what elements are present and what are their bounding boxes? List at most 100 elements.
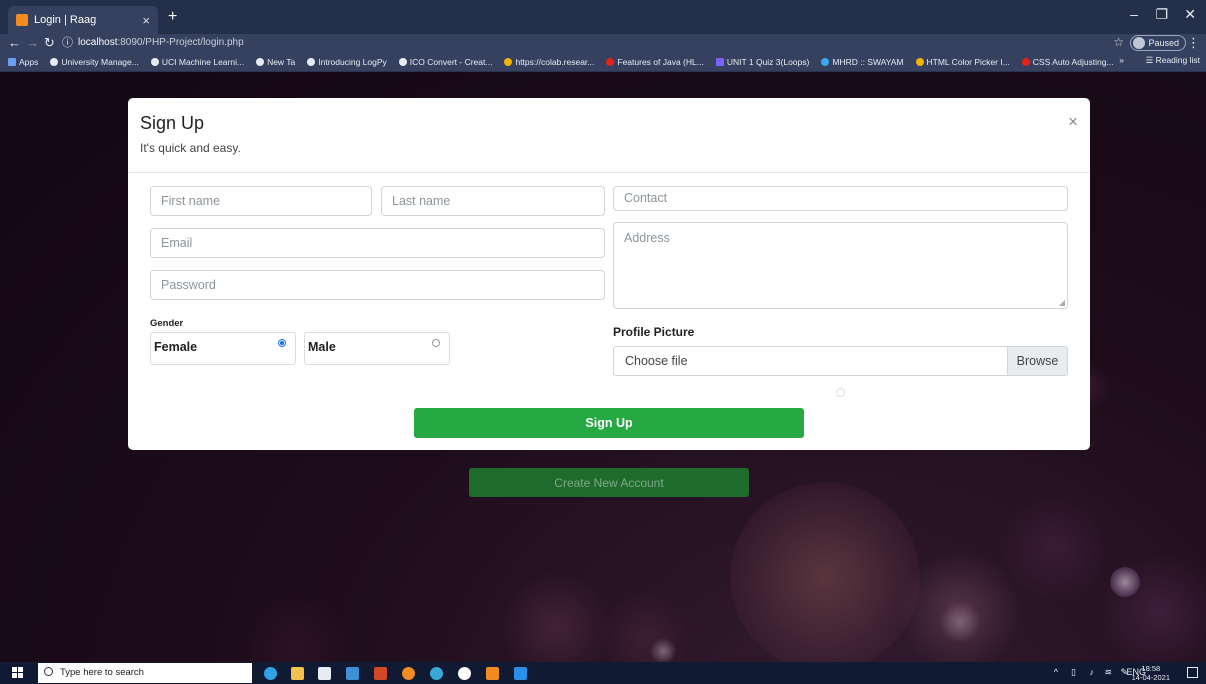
contact-field[interactable]: Contact bbox=[613, 186, 1068, 211]
github-icon[interactable] bbox=[458, 667, 471, 680]
gender-option-label: Male bbox=[308, 340, 336, 354]
profile-status: Paused bbox=[1148, 38, 1179, 48]
network-icon[interactable]: ≋ bbox=[1104, 667, 1112, 678]
profile-picture-label: Profile Picture bbox=[613, 325, 695, 339]
back-icon[interactable]: ← bbox=[8, 34, 21, 52]
bookmark-item[interactable]: New Ta bbox=[256, 57, 295, 67]
modal-title: Sign Up bbox=[140, 113, 205, 133]
chrome-icon[interactable] bbox=[402, 667, 415, 680]
youtube-icon bbox=[1021, 57, 1030, 66]
store-icon[interactable] bbox=[318, 667, 331, 680]
email-field[interactable]: Email bbox=[150, 228, 605, 258]
search-placeholder: Type here to search bbox=[60, 667, 144, 678]
search-icon bbox=[44, 667, 53, 676]
anaconda-icon[interactable] bbox=[430, 667, 443, 680]
gender-option-female[interactable]: Female bbox=[150, 332, 296, 365]
powerpoint-icon[interactable] bbox=[374, 667, 387, 680]
resize-handle-icon[interactable]: ◢ bbox=[1059, 298, 1065, 307]
reload-icon[interactable]: ↻ bbox=[44, 34, 55, 52]
browser-tab-strip: Login | Raag × + – ❐ ✕ bbox=[0, 0, 1206, 34]
windows-start-icon[interactable] bbox=[12, 667, 24, 679]
loading-indicator-icon bbox=[836, 388, 845, 397]
swayam-icon bbox=[821, 57, 830, 66]
vscode-icon[interactable] bbox=[514, 667, 527, 680]
edge-icon[interactable] bbox=[264, 667, 277, 680]
file-input[interactable]: Choose file Browse bbox=[613, 346, 1068, 376]
gender-option-label: Female bbox=[154, 340, 198, 354]
tab-title: Login | Raag bbox=[34, 14, 97, 26]
globe-icon bbox=[150, 57, 159, 66]
tab-close-icon[interactable]: × bbox=[142, 13, 150, 28]
signup-submit-button[interactable]: Sign Up bbox=[414, 408, 804, 438]
forward-icon[interactable]: → bbox=[26, 34, 39, 52]
battery-icon[interactable]: ▯ bbox=[1071, 667, 1076, 678]
taskbar-clock[interactable]: 18:58 14-04-2021 bbox=[1132, 664, 1170, 682]
address-placeholder: Address bbox=[624, 231, 670, 245]
xampp-icon[interactable] bbox=[486, 667, 499, 680]
globe-icon bbox=[307, 57, 316, 66]
bookmark-item[interactable]: https://colab.resear... bbox=[504, 57, 594, 67]
modal-subtitle: It's quick and easy. bbox=[140, 141, 241, 155]
bookmark-item[interactable]: UCI Machine Learni... bbox=[150, 57, 244, 67]
notifications-icon[interactable] bbox=[1187, 667, 1198, 678]
window-close-icon[interactable]: ✕ bbox=[1184, 6, 1196, 23]
address-textarea[interactable]: Address ◢ bbox=[613, 222, 1068, 309]
bookmark-item[interactable]: Introducing LogPy bbox=[307, 57, 387, 67]
browse-button[interactable]: Browse bbox=[1007, 347, 1067, 375]
close-icon[interactable]: × bbox=[1068, 112, 1078, 132]
apps-icon bbox=[8, 57, 16, 66]
password-field[interactable]: Password bbox=[150, 270, 605, 300]
page-background: Create New Account Sign Up It's quick an… bbox=[0, 72, 1206, 662]
colab-icon bbox=[504, 57, 513, 66]
minimize-icon[interactable]: – bbox=[1130, 6, 1138, 22]
color-picker-icon bbox=[915, 57, 924, 66]
radio-button[interactable] bbox=[278, 339, 286, 347]
modal-header: Sign Up It's quick and easy. × bbox=[128, 98, 1090, 173]
new-tab-button[interactable]: + bbox=[168, 8, 177, 26]
gender-label: Gender bbox=[150, 318, 184, 329]
bookmark-item[interactable]: ICO Convert - Creat... bbox=[398, 57, 492, 67]
file-explorer-icon[interactable] bbox=[291, 667, 304, 680]
site-info-icon[interactable]: ⓘ bbox=[62, 34, 73, 52]
last-name-input[interactable]: Last name bbox=[381, 186, 605, 216]
globe-icon bbox=[256, 57, 265, 66]
browser-menu-icon[interactable]: ⋮ bbox=[1187, 34, 1200, 52]
bookmark-item[interactable]: Apps bbox=[8, 57, 38, 67]
clock-date: 14-04-2021 bbox=[1131, 673, 1170, 682]
taskbar-search-input[interactable]: Type here to search bbox=[38, 663, 252, 683]
address-bar: ← → ↻ ⓘ localhost:8090/PHP-Project/login… bbox=[0, 34, 1206, 52]
bookmark-item[interactable]: CSS Auto Adjusting... bbox=[1021, 57, 1114, 67]
globe-icon bbox=[50, 57, 59, 66]
clock-time: 18:58 bbox=[1141, 664, 1161, 673]
volume-icon[interactable]: ♪ bbox=[1090, 667, 1095, 677]
browser-tab[interactable]: Login | Raag × bbox=[8, 6, 158, 34]
signup-modal: Sign Up It's quick and easy. × First nam… bbox=[128, 98, 1090, 450]
bookmark-item[interactable]: Features of Java (HL... bbox=[606, 57, 704, 67]
windows-taskbar: Type here to search ^ ▯ ♪ ≋ ✎ ENG 18:58 … bbox=[0, 662, 1206, 684]
bookmark-item[interactable]: University Manage... bbox=[50, 57, 139, 67]
bookmark-item[interactable]: UNIT 1 Quiz 3(Loops) bbox=[715, 57, 809, 67]
reading-list-button[interactable]: ☰ Reading list bbox=[1146, 55, 1200, 66]
bookmark-item[interactable]: MHRD :: SWAYAM bbox=[821, 57, 904, 67]
create-account-button[interactable]: Create New Account bbox=[469, 468, 749, 497]
form-icon bbox=[715, 57, 724, 66]
reading-list-label: Reading list bbox=[1155, 55, 1200, 65]
url-field[interactable]: localhost:8090/PHP-Project/login.php bbox=[78, 36, 244, 50]
bookmarks-bar: Apps University Manage... UCI Machine Le… bbox=[0, 52, 1206, 72]
site-favicon-icon bbox=[16, 14, 28, 26]
chevron-up-icon[interactable]: ^ bbox=[1054, 667, 1058, 677]
restore-icon[interactable]: ❐ bbox=[1155, 6, 1168, 23]
file-placeholder: Choose file bbox=[625, 354, 688, 368]
gender-option-male[interactable]: Male bbox=[304, 332, 450, 365]
mail-icon[interactable] bbox=[346, 667, 359, 680]
radio-button[interactable] bbox=[432, 339, 440, 347]
bookmark-star-icon[interactable]: ☆ bbox=[1113, 35, 1124, 49]
globe-icon bbox=[398, 57, 407, 66]
first-name-input[interactable]: First name bbox=[150, 186, 372, 216]
bookmark-item[interactable]: HTML Color Picker I... bbox=[915, 57, 1010, 67]
url-host: localhost bbox=[78, 37, 118, 48]
bookmarks-overflow-icon[interactable]: » bbox=[1119, 55, 1124, 65]
profile-button[interactable]: Paused bbox=[1130, 35, 1186, 51]
reading-list-icon: ☰ bbox=[1145, 55, 1156, 65]
youtube-icon bbox=[606, 57, 615, 66]
